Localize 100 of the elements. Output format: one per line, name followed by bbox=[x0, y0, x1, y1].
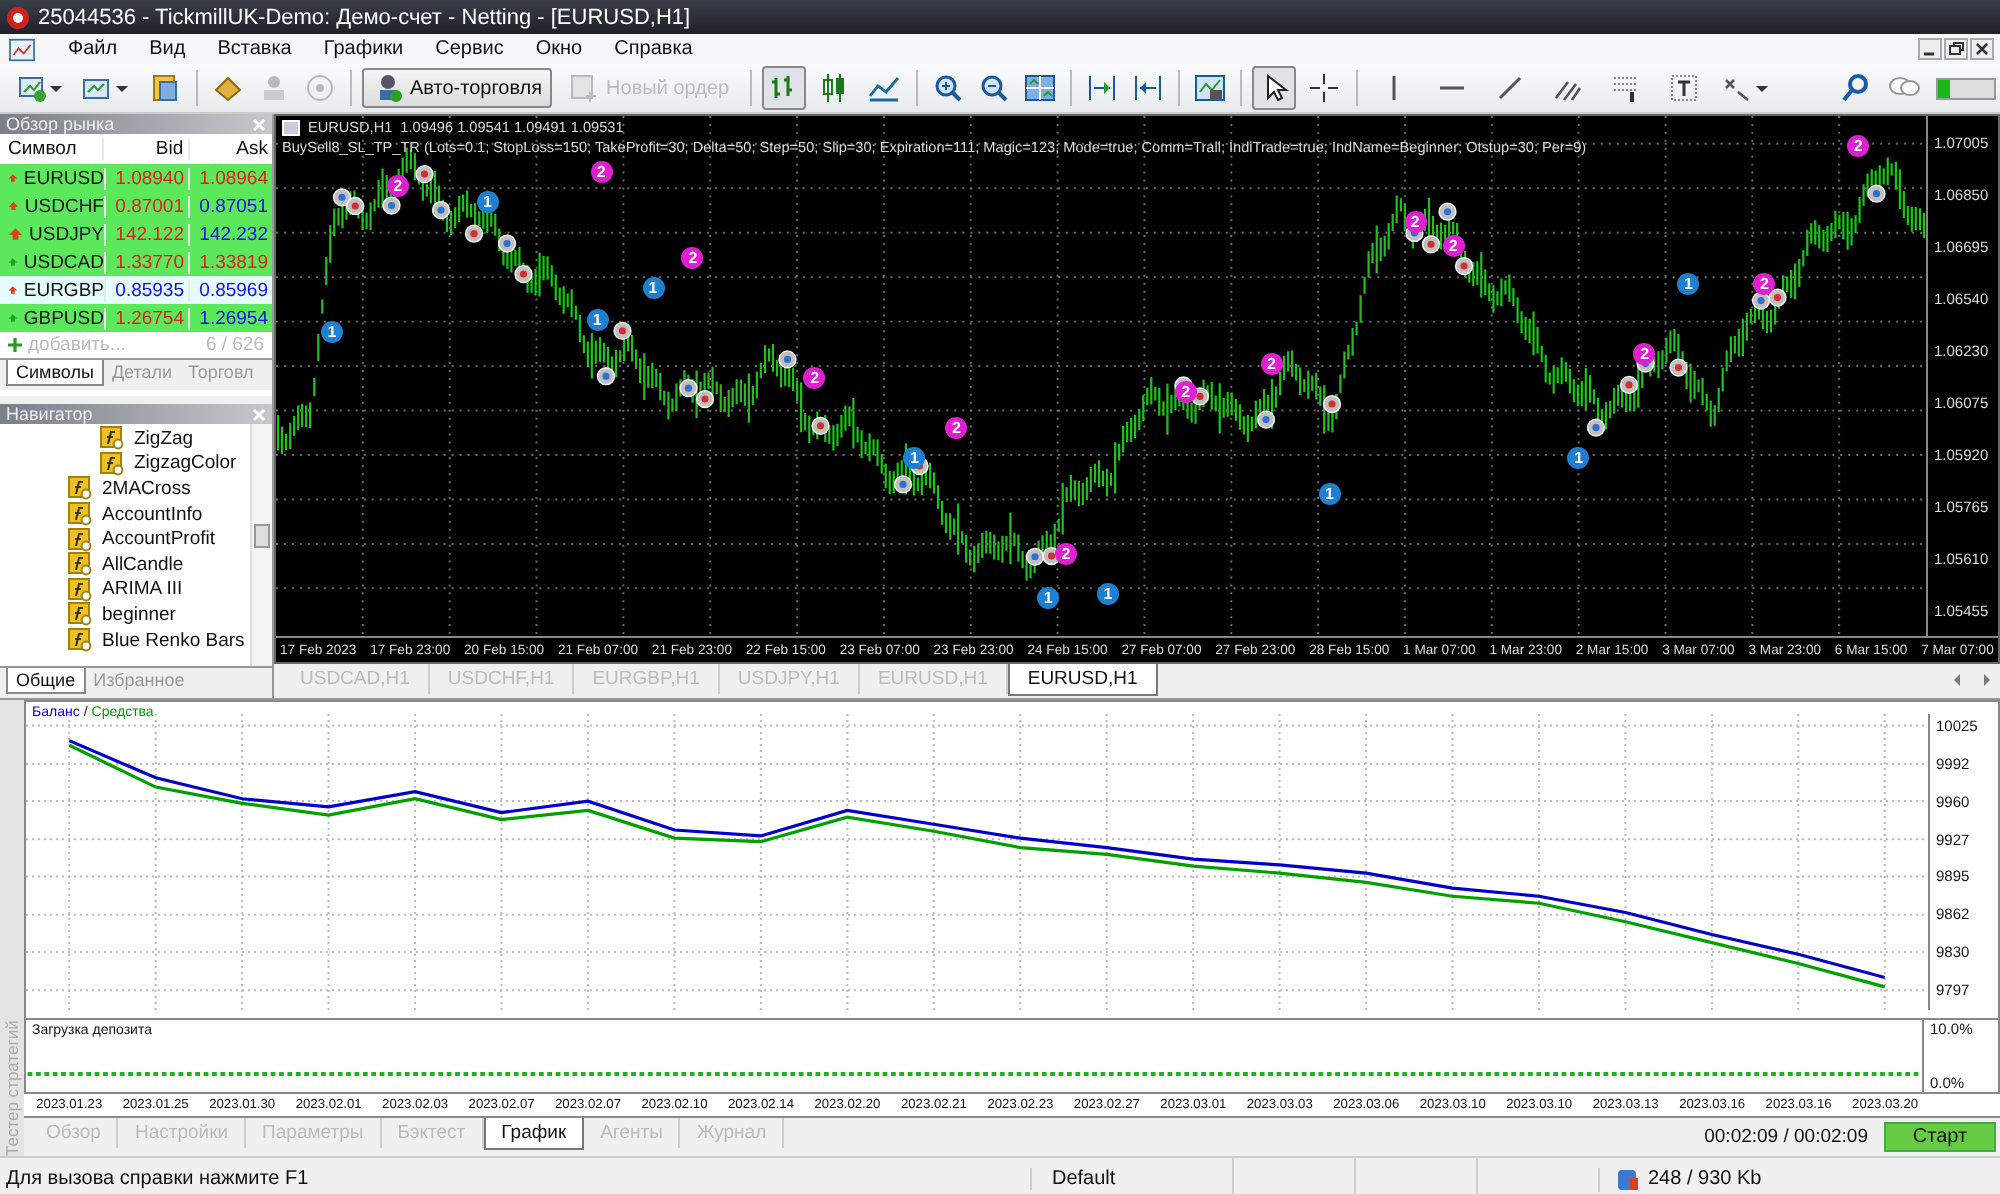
deal-marker-icon bbox=[613, 321, 632, 340]
indicator-icon bbox=[68, 527, 92, 552]
symbol-row[interactable]: EURGBP 0.85935 0.85969 bbox=[0, 276, 272, 304]
search-icon[interactable] bbox=[1840, 72, 1872, 104]
caret-icon bbox=[1753, 80, 1770, 96]
tester-side-label: Тестер стратегий bbox=[0, 700, 24, 1156]
ask-price: 1.26954 bbox=[188, 307, 272, 329]
ask-price: 0.87051 bbox=[188, 195, 272, 217]
tree-item[interactable]: ZigzagColor bbox=[134, 452, 237, 475]
tree-item[interactable]: beginner bbox=[102, 603, 176, 626]
trade-number-marker: 2 bbox=[1753, 273, 1776, 296]
tree-item[interactable]: AccountInfo bbox=[102, 503, 203, 526]
ask-price: 142.232 bbox=[188, 223, 272, 245]
panel-tab[interactable]: Символы bbox=[6, 360, 104, 386]
deal-marker-icon bbox=[893, 475, 913, 494]
tile-windows-icon[interactable] bbox=[1023, 72, 1056, 104]
trade-number-marker: 1 bbox=[642, 277, 665, 300]
menu-item[interactable]: Справка bbox=[602, 38, 705, 60]
tree-item[interactable]: ARIMA III bbox=[102, 578, 183, 601]
symbol-name: USDJPY bbox=[29, 223, 104, 245]
document-plus-icon bbox=[568, 72, 601, 104]
deal-marker-icon bbox=[1586, 418, 1606, 437]
panel-tab[interactable]: Общие bbox=[6, 668, 86, 694]
deal-marker-icon bbox=[1438, 202, 1457, 221]
scrollbar[interactable] bbox=[250, 424, 272, 666]
tree-item[interactable]: AccountProfit bbox=[102, 528, 215, 551]
menu-item[interactable]: Графики bbox=[311, 38, 416, 60]
menu-item[interactable]: Вставка bbox=[205, 38, 304, 60]
indicator-icon bbox=[68, 602, 92, 627]
menu-item[interactable]: Окно bbox=[523, 38, 595, 60]
deal-marker-icon bbox=[431, 200, 451, 220]
ask-price: 1.33819 bbox=[188, 251, 272, 273]
symbol-row[interactable]: GBPUSD 1.26754 1.26954 bbox=[0, 304, 272, 332]
status-profile: Default bbox=[1030, 1168, 1232, 1190]
indicator-icon bbox=[68, 577, 92, 602]
tree-item[interactable]: Blue Renko Bars bbox=[102, 629, 245, 652]
bar-chart-button[interactable] bbox=[761, 66, 806, 110]
deal-marker-icon bbox=[1768, 288, 1787, 307]
symbol-row[interactable]: EURUSD 1.08940 1.08964 bbox=[0, 164, 272, 192]
symbol-row[interactable]: USDCHF 0.87001 0.87051 bbox=[0, 192, 272, 220]
tree-item[interactable]: ZigZag bbox=[134, 427, 194, 450]
indicator-icon bbox=[100, 426, 124, 451]
restore-icon[interactable] bbox=[1944, 38, 1968, 60]
tester-tab[interactable]: График bbox=[483, 1118, 585, 1150]
crosshair-icon bbox=[1307, 72, 1340, 104]
trade-number-marker: 2 bbox=[1442, 235, 1465, 258]
chart-tab[interactable]: EURUSD,H1 bbox=[1007, 664, 1158, 696]
trade-number-marker: 1 bbox=[586, 309, 609, 332]
menu-item[interactable]: Вид bbox=[137, 38, 198, 60]
traffic-counter: 248 / 930 Kb bbox=[1648, 1168, 1762, 1190]
trade-number-marker: 1 bbox=[476, 190, 499, 213]
trade-number-marker: 2 bbox=[1260, 353, 1283, 376]
cursor-button[interactable] bbox=[1251, 66, 1296, 110]
indicator-icon bbox=[68, 502, 92, 527]
trade-number-marker: 2 bbox=[590, 160, 613, 183]
menu-item[interactable]: Файл bbox=[56, 38, 130, 60]
tree-item[interactable]: 2MACross bbox=[102, 477, 191, 500]
scroll-right-icon[interactable] bbox=[1978, 672, 1994, 688]
trade-number-marker: 2 bbox=[1055, 543, 1078, 566]
deal-marker-icon bbox=[1025, 547, 1045, 566]
window-title: 25044536 - TickmillUK-Demo: Демо-счет - Netting - [EURUSD,H1] bbox=[38, 5, 691, 29]
deal-marker-icon bbox=[497, 234, 517, 253]
network-icon bbox=[1616, 1167, 1640, 1191]
close-icon[interactable] bbox=[1970, 38, 1994, 60]
symbol-name: EURUSD bbox=[23, 167, 104, 189]
coin-stack-icon[interactable] bbox=[212, 72, 244, 104]
text-label-icon[interactable] bbox=[1667, 72, 1700, 104]
grid-lines-icon[interactable] bbox=[1609, 72, 1642, 104]
deal-marker-icon bbox=[1867, 184, 1886, 203]
tree-item[interactable]: AllCandle bbox=[102, 553, 184, 576]
caret-icon bbox=[114, 80, 130, 96]
deal-marker-icon bbox=[679, 379, 698, 398]
bid-price: 1.26754 bbox=[104, 307, 188, 329]
start-button[interactable]: Старт bbox=[1884, 1122, 1996, 1152]
symbol-row[interactable]: USDJPY 142.122 142.232 bbox=[0, 220, 272, 248]
trade-number-marker: 1 bbox=[1318, 482, 1341, 505]
zoom-out-icon[interactable] bbox=[977, 72, 1010, 104]
trade-number-marker: 2 bbox=[945, 416, 968, 439]
deal-marker-icon bbox=[778, 350, 797, 369]
trend-line-icon[interactable] bbox=[1493, 72, 1526, 104]
deal-marker-icon bbox=[811, 416, 830, 435]
menu-item[interactable]: Сервис bbox=[423, 38, 516, 60]
trade-number-marker: 1 bbox=[1677, 273, 1700, 296]
autotrading-button[interactable]: Авто-торговля bbox=[362, 68, 553, 108]
trade-number-marker: 1 bbox=[1096, 583, 1119, 606]
minimize-icon[interactable] bbox=[1918, 38, 1942, 60]
symbol-row[interactable]: USDCAD 1.33770 1.33819 bbox=[0, 248, 272, 276]
trade-number-marker: 2 bbox=[803, 366, 826, 389]
plus-icon[interactable] bbox=[8, 338, 22, 352]
auto-scroll-icon[interactable] bbox=[1131, 72, 1164, 104]
zoom-in-icon[interactable] bbox=[931, 72, 964, 104]
chart-shift-icon[interactable] bbox=[1085, 72, 1118, 104]
column-header[interactable]: Ask bbox=[187, 138, 272, 160]
chart-properties-icon[interactable] bbox=[1193, 72, 1226, 104]
scroll-left-icon[interactable] bbox=[1950, 672, 1966, 688]
radio-signal-icon[interactable] bbox=[304, 72, 336, 104]
column-header[interactable]: Bid bbox=[102, 138, 188, 160]
column-header[interactable]: Символ bbox=[0, 138, 103, 160]
status-help-text: Для вызова справки нажмите F1 bbox=[4, 1168, 311, 1190]
deal-marker-icon bbox=[1619, 375, 1639, 395]
